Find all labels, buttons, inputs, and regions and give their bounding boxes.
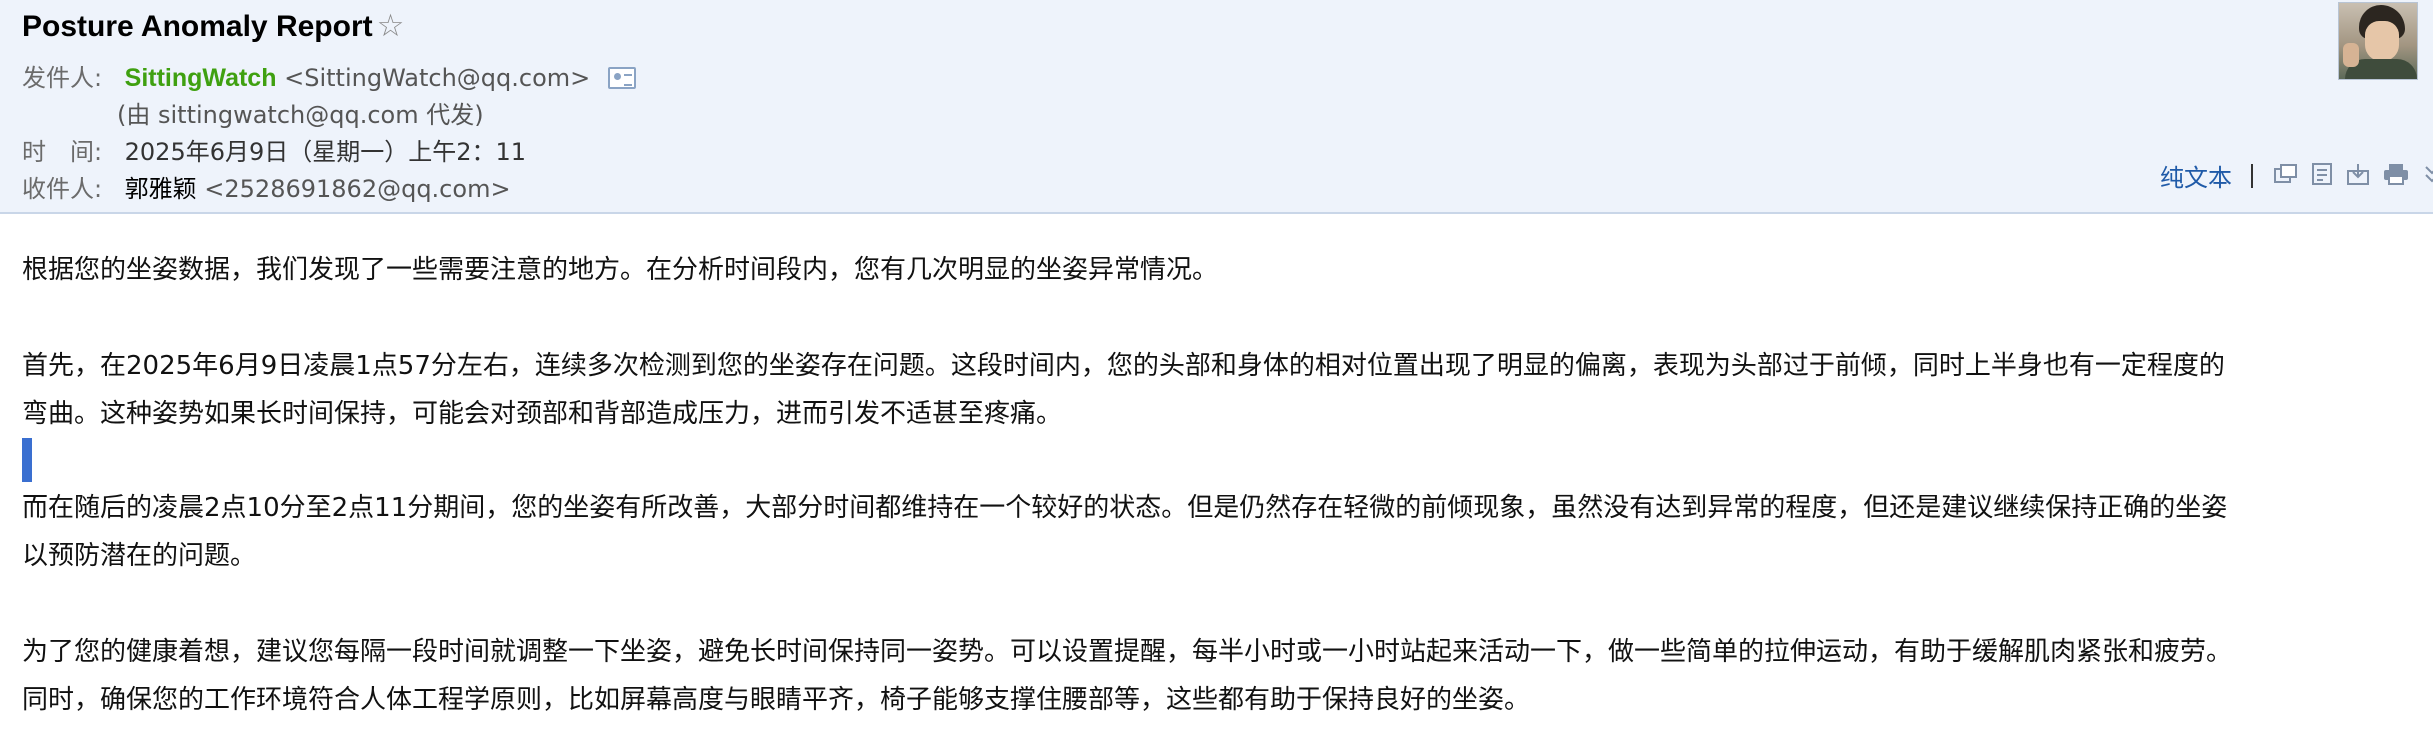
from-row: 发件人: SittingWatch <SittingWatch@qq.com> <box>22 58 636 93</box>
to-label: 收件人: <box>22 175 103 203</box>
recipient-email[interactable]: <2528691862@qq.com> <box>204 175 510 203</box>
from-label: 发件人: <box>22 64 103 92</box>
subject-text: Posture Anomaly Report <box>22 10 373 43</box>
sender-avatar[interactable] <box>2338 2 2418 80</box>
sender-email[interactable]: <SittingWatch@qq.com> <box>284 64 590 92</box>
body-paragraph-4-line-1: 为了您的健康着想，建议您每隔一段时间就调整一下坐姿，避免长时间保持同一姿势。可以… <box>22 637 2233 667</box>
email-header: Posture Anomaly Report ☆ 发件人: SittingWatc… <box>0 0 2433 214</box>
star-icon[interactable]: ☆ <box>377 8 405 44</box>
avatar-face <box>2365 21 2399 61</box>
expand-more-icon[interactable] <box>2423 163 2433 189</box>
note-icon[interactable] <box>2311 162 2333 190</box>
body-paragraph-3-line-2: 以预防潜在的问题。 <box>22 541 257 571</box>
email-subject: Posture Anomaly Report ☆ <box>22 8 404 44</box>
time-row: 时 间: 2025年6月9日（星期一）上午2：11 <box>22 132 526 167</box>
proxy-row: (由 sittingwatch@qq.com 代发) <box>117 95 484 130</box>
plain-text-link[interactable]: 纯文本 <box>2160 164 2232 192</box>
proxy-note: (由 sittingwatch@qq.com 代发) <box>117 101 484 129</box>
contact-card-icon[interactable] <box>607 67 636 89</box>
new-window-icon[interactable] <box>2274 163 2298 189</box>
print-icon[interactable] <box>2383 162 2409 190</box>
body-paragraph-2-line-1: 首先，在2025年6月9日凌晨1点57分左右，连续多次检测到您的坐姿存在问题。这… <box>22 351 2225 381</box>
to-row: 收件人: 郭雅颖 <2528691862@qq.com> <box>22 169 511 204</box>
text-cursor <box>22 438 32 482</box>
email-toolbar: 纯文本 <box>2160 158 2433 192</box>
time-label: 时 间: <box>22 138 103 166</box>
body-paragraph-1: 根据您的坐姿数据，我们发现了一些需要注意的地方。在分析时间段内，您有几次明显的坐… <box>22 255 1219 285</box>
body-paragraph-4-line-2: 同时，确保您的工作环境符合人体工程学原则，比如屏幕高度与眼睛平齐，椅子能够支撑住… <box>22 685 1531 715</box>
body-paragraph-3-line-1: 而在随后的凌晨2点10分至2点11分期间，您的坐姿有所改善，大部分时间都维持在一… <box>22 493 2228 523</box>
download-icon[interactable] <box>2346 162 2370 190</box>
toolbar-separator <box>2251 163 2254 188</box>
avatar-hand <box>2343 43 2359 67</box>
time-value: 2025年6月9日（星期一）上午2：11 <box>124 138 527 166</box>
sender-name[interactable]: SittingWatch <box>125 64 277 92</box>
recipient-name[interactable]: 郭雅颖 <box>125 175 197 203</box>
body-paragraph-2-line-2: 弯曲。这种姿势如果长时间保持，可能会对颈部和背部造成压力，进而引发不适甚至疼痛。 <box>22 399 1063 429</box>
